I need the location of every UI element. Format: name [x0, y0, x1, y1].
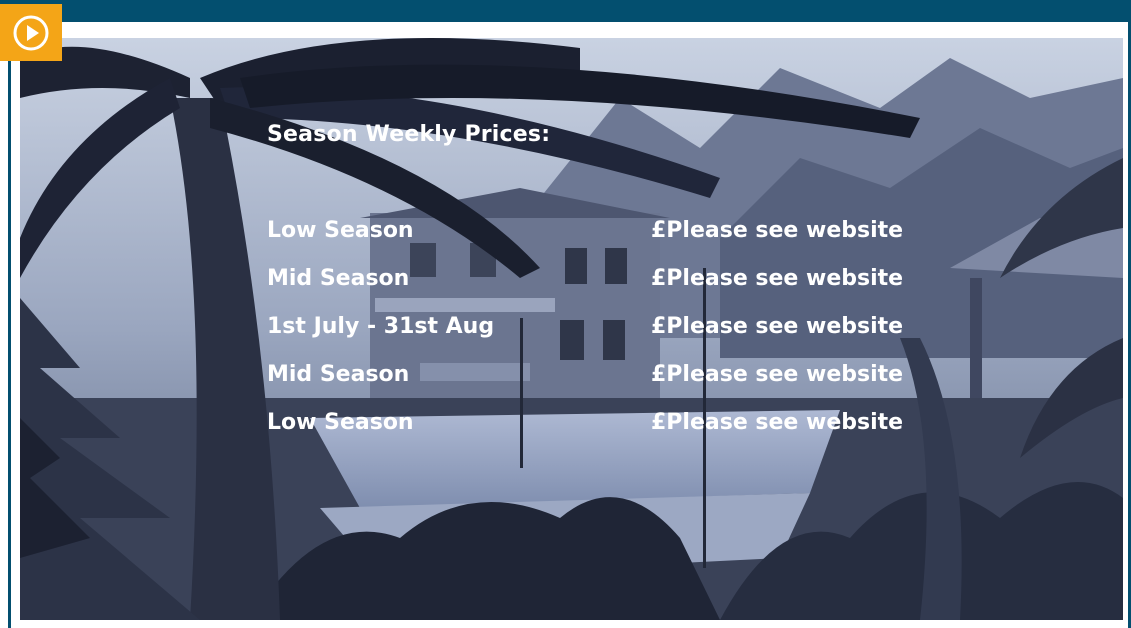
play-circle-icon	[13, 15, 49, 50]
top-bar	[0, 0, 1131, 22]
season-label: Low Season	[267, 218, 414, 243]
season-price: £Please see website	[651, 266, 904, 291]
season-price: £Please see website	[651, 410, 904, 435]
price-row: Mid Season £Please see website	[267, 362, 917, 396]
play-button[interactable]	[0, 4, 62, 61]
season-label: Mid Season	[267, 266, 410, 291]
season-label: Low Season	[267, 410, 414, 435]
price-overlay: Season Weekly Prices: Low Season £Please…	[20, 38, 1123, 620]
price-row: 1st July - 31st Aug £Please see website	[267, 314, 917, 348]
right-border	[1123, 22, 1131, 628]
price-row: Mid Season £Please see website	[267, 266, 917, 300]
price-row: Low Season £Please see website	[267, 410, 917, 444]
season-price: £Please see website	[651, 362, 904, 387]
season-price: £Please see website	[651, 314, 904, 339]
season-price: £Please see website	[651, 218, 904, 243]
price-row: Low Season £Please see website	[267, 218, 917, 252]
left-border	[0, 22, 20, 628]
season-label: 1st July - 31st Aug	[267, 314, 495, 339]
prices-heading: Season Weekly Prices:	[267, 122, 551, 147]
season-label: Mid Season	[267, 362, 410, 387]
villa-background-photo: Season Weekly Prices: Low Season £Please…	[20, 38, 1123, 620]
